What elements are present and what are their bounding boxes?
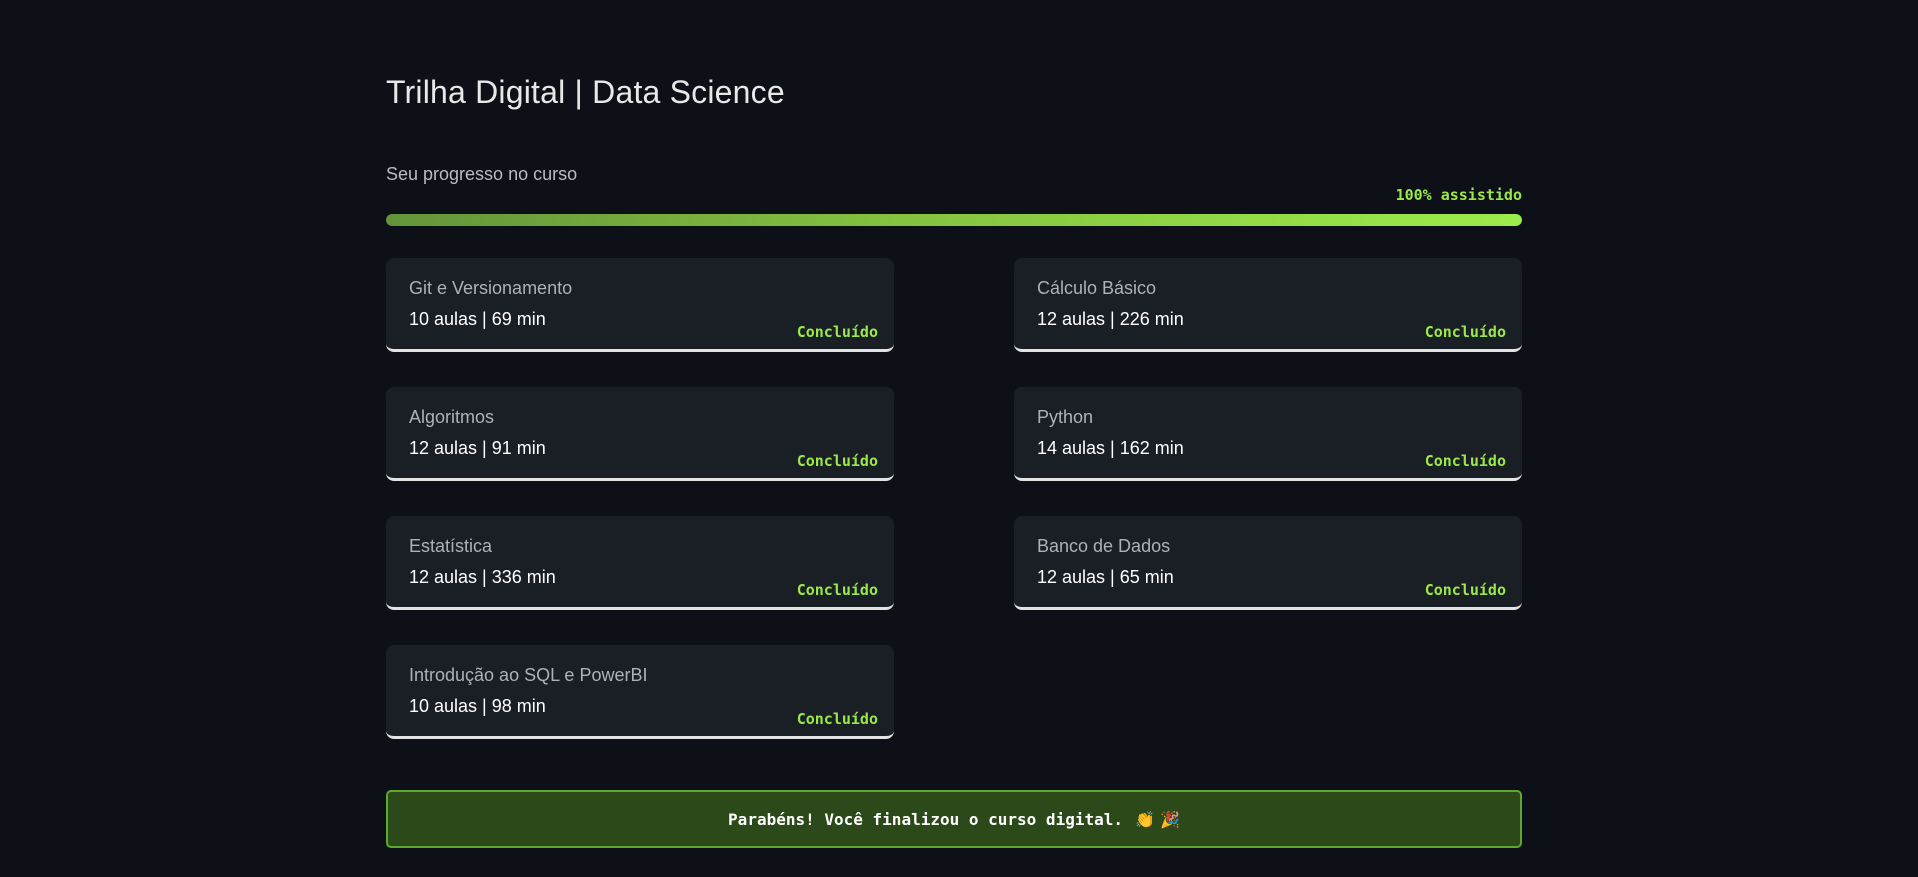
module-name: Introdução ao SQL e PowerBI [409, 665, 648, 685]
module-meta: 12 aulas | 336 min [409, 567, 556, 587]
module-meta: 10 aulas | 69 min [409, 309, 546, 329]
module-card-calculo[interactable]: Cálculo Básico 12 aulas | 226 min Conclu… [1014, 258, 1522, 352]
module-name: Git e Versionamento [409, 278, 573, 298]
module-status: Concluído [1424, 581, 1506, 599]
progress-label: Seu progresso no curso [386, 164, 578, 184]
module-status: Concluído [1424, 452, 1506, 470]
module-name: Estatística [409, 536, 493, 556]
module-name: Banco de Dados [1037, 536, 1171, 556]
module-meta: 14 aulas | 162 min [1037, 438, 1184, 458]
module-meta: 12 aulas | 226 min [1037, 309, 1184, 329]
completion-message: Parabéns! Você finalizou o curso digital… [728, 809, 1123, 829]
module-card-python[interactable]: Python 14 aulas | 162 min Concluído [1014, 387, 1522, 481]
completion-banner: Parabéns! Você finalizou o curso digital… [386, 790, 1522, 848]
progress-bar [386, 214, 1522, 226]
module-card-sql-powerbi[interactable]: Introdução ao SQL e PowerBI 10 aulas | 9… [386, 645, 894, 739]
module-meta: 12 aulas | 91 min [409, 438, 546, 458]
module-meta: 12 aulas | 65 min [1037, 567, 1174, 587]
module-status: Concluído [1424, 323, 1506, 341]
page-title: Trilha Digital | Data Science [386, 74, 785, 110]
module-meta: 10 aulas | 98 min [409, 696, 546, 716]
progress-bar-fill [386, 214, 1522, 226]
module-name: Python [1037, 407, 1094, 427]
module-card-banco-de-dados[interactable]: Banco de Dados 12 aulas | 65 min Concluí… [1014, 516, 1522, 610]
progress-percent: 100% assistido [1395, 186, 1522, 204]
module-status: Concluído [796, 581, 878, 599]
module-status: Concluído [796, 323, 878, 341]
module-name: Cálculo Básico [1037, 278, 1157, 298]
celebration-icon: 👏 🎉 [1135, 809, 1180, 829]
module-name: Algoritmos [409, 407, 495, 427]
module-card-algoritmos[interactable]: Algoritmos 12 aulas | 91 min Concluído [386, 387, 894, 481]
module-card-git[interactable]: Git e Versionamento 10 aulas | 69 min Co… [386, 258, 894, 352]
module-card-estatistica[interactable]: Estatística 12 aulas | 336 min Concluído [386, 516, 894, 610]
module-status: Concluído [796, 452, 878, 470]
module-status: Concluído [796, 710, 878, 728]
